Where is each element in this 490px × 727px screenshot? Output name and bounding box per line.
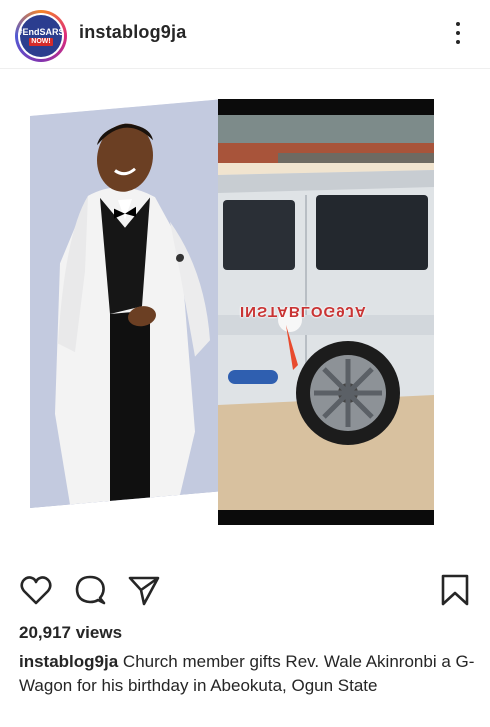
portrait-photo [30, 99, 220, 509]
portrait-illustration [30, 99, 220, 508]
post-image[interactable]: INSTABLOG9JA [0, 69, 490, 555]
caption: instablog9ja Church member gifts Rev. Wa… [19, 650, 479, 698]
post-header: #EndSARS NOW! instablog9ja [0, 0, 490, 69]
views-count[interactable]: 20,917 views [19, 623, 122, 643]
watermark-text: INSTABLOG9JA [240, 303, 367, 320]
heart-icon[interactable] [19, 573, 53, 607]
avatar[interactable]: #EndSARS NOW! [15, 10, 67, 62]
avatar-text-line1: #EndSARS [18, 26, 64, 37]
car-photo: INSTABLOG9JA [218, 99, 434, 525]
avatar-frame: #EndSARS NOW! [18, 13, 64, 59]
avatar-badge: #EndSARS NOW! [18, 15, 64, 57]
action-bar [0, 565, 490, 615]
car-photo-frame: INSTABLOG9JA [218, 115, 434, 510]
more-options-icon[interactable] [446, 18, 470, 50]
username[interactable]: instablog9ja [79, 22, 186, 43]
caption-username[interactable]: instablog9ja [19, 652, 118, 671]
share-icon[interactable] [127, 573, 161, 607]
bookmark-icon[interactable] [438, 573, 472, 607]
comment-icon[interactable] [73, 573, 107, 607]
avatar-text-line2: NOW! [29, 37, 53, 46]
